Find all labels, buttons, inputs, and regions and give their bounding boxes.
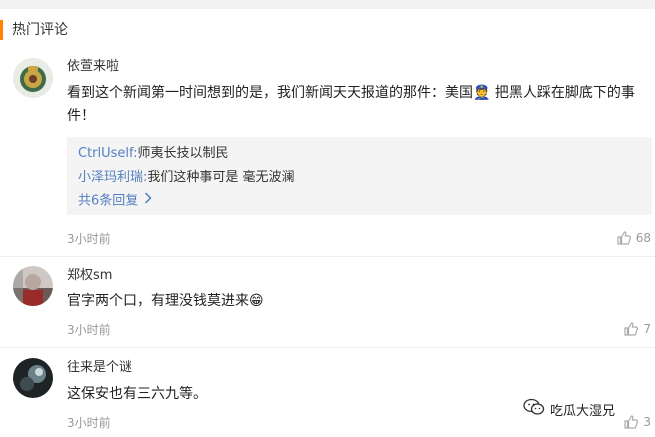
reply-username[interactable]: 小泽玛利瑞: — [78, 170, 147, 185]
reply-item: 小泽玛利瑞:我们这种事可是 毫无波澜 — [78, 169, 295, 187]
comment-username[interactable]: 往来是个谜 — [67, 359, 132, 377]
comment-content: 官字两个口，有理没钱莫进来😁 — [67, 293, 264, 309]
comment-time: 3小时前 — [67, 416, 111, 430]
reply-box: CtrlUself:师夷长技以制民 小泽玛利瑞:我们这种事可是 毫无波澜 共6条… — [67, 137, 652, 215]
like-button[interactable]: 68 — [616, 229, 651, 247]
section-title: 热门评论 — [12, 22, 68, 38]
more-replies-label: 共6条回复 — [78, 193, 139, 209]
like-button[interactable]: 7 — [623, 320, 651, 338]
divider — [0, 256, 655, 257]
comment-time: 3小时前 — [67, 232, 111, 246]
thumbs-up-icon — [616, 230, 632, 246]
reply-username[interactable]: CtrlUself: — [78, 146, 138, 161]
section-accent-bar — [0, 20, 3, 40]
wechat-icon — [523, 398, 545, 420]
reply-item: CtrlUself:师夷长技以制民 — [78, 145, 229, 163]
reply-text: 我们这种事可是 毫无波澜 — [147, 170, 295, 185]
divider — [0, 347, 655, 348]
comment-time: 3小时前 — [67, 323, 111, 337]
avatar[interactable] — [13, 358, 53, 398]
comment-username[interactable]: 郑权sm — [67, 267, 112, 285]
section-header: 热门评论 — [0, 16, 655, 44]
chevron-right-icon — [144, 192, 152, 210]
comment-content: 看到这个新闻第一时间想到的是，我们新闻天天报道的那件：美国👮 把黑人踩在脚底下的… — [67, 85, 635, 124]
comment-username[interactable]: 依萱来啦 — [67, 58, 119, 76]
like-button[interactable]: 3 — [623, 413, 651, 431]
watermark: 吃瓜大湿兄 — [523, 398, 615, 420]
watermark-text: 吃瓜大湿兄 — [550, 403, 616, 419]
reply-text: 师夷长技以制民 — [137, 146, 229, 161]
like-count: 3 — [643, 415, 651, 429]
thumbs-up-icon — [623, 414, 639, 430]
avatar[interactable] — [13, 58, 53, 98]
like-count: 68 — [635, 231, 651, 245]
thumbs-up-icon — [623, 321, 639, 337]
avatar[interactable] — [13, 266, 53, 306]
like-count: 7 — [643, 322, 651, 336]
more-replies-link[interactable]: 共6条回复 — [78, 192, 152, 211]
top-strip — [0, 0, 655, 9]
